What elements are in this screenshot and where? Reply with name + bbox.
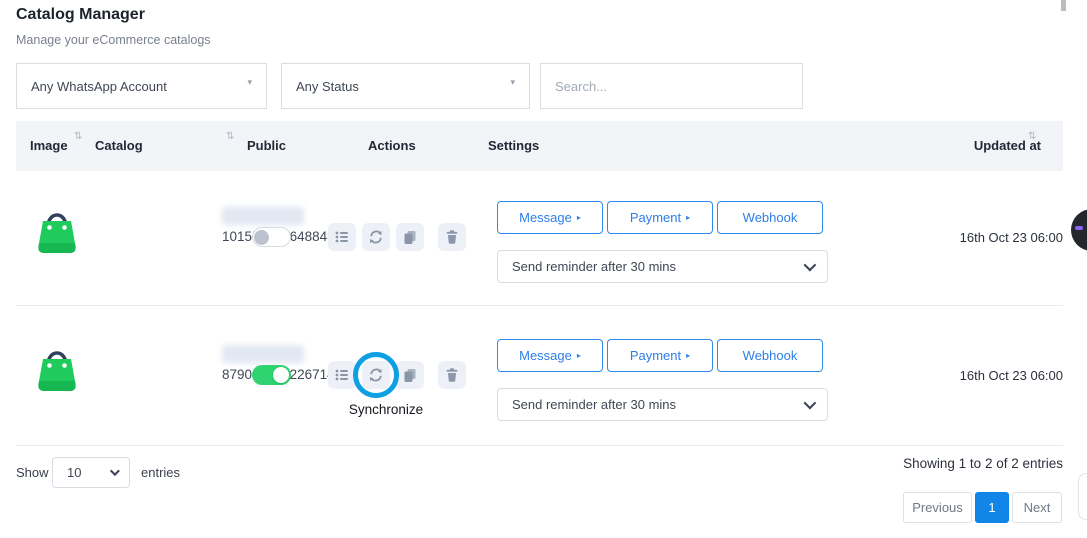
webhook-settings-label: Webhook: [743, 348, 798, 363]
page-title: Catalog Manager: [16, 6, 145, 24]
catalog-bag-icon: [33, 341, 81, 393]
list-icon: [334, 367, 350, 383]
entries-summary: Showing 1 to 2 of 2 entries: [763, 456, 1063, 471]
message-settings-button[interactable]: Message ▸: [497, 339, 603, 372]
column-header-updated-at[interactable]: Updated at: [941, 138, 1041, 153]
copy-icon: [402, 367, 418, 383]
next-page-button[interactable]: Next: [1012, 492, 1062, 523]
sort-icon[interactable]: ⇅: [226, 131, 234, 142]
synchronize-button[interactable]: [362, 361, 390, 389]
column-header-image[interactable]: Image: [30, 138, 68, 153]
edge-cutoff-card: [1078, 473, 1087, 520]
reminder-select-value: Send reminder after 30 mins: [512, 397, 676, 412]
submenu-caret-icon: ▸: [577, 351, 581, 360]
page-number-button[interactable]: 1: [975, 492, 1009, 523]
submenu-caret-icon: ▸: [686, 351, 690, 360]
page-subtitle: Manage your eCommerce catalogs: [16, 33, 211, 47]
page-size-select[interactable]: 10: [52, 457, 130, 488]
trash-icon: [444, 367, 460, 383]
payment-settings-button[interactable]: Payment ▸: [607, 201, 713, 234]
status-select[interactable]: Any Status ▾: [281, 63, 530, 109]
copy-icon: [402, 229, 418, 245]
message-settings-label: Message: [519, 348, 572, 363]
submenu-caret-icon: ▸: [577, 213, 581, 222]
reminder-select-value: Send reminder after 30 mins: [512, 259, 676, 274]
entries-label: entries: [141, 465, 180, 480]
catalog-name-redacted: [222, 207, 304, 225]
payment-settings-button[interactable]: Payment ▸: [607, 339, 713, 372]
caret-down-icon: ▾: [510, 77, 515, 88]
catalog-manager-page: Catalog Manager Manage your eCommerce ca…: [0, 0, 1087, 538]
reminder-select[interactable]: Send reminder after 30 mins: [497, 250, 828, 283]
synchronize-button[interactable]: [362, 223, 390, 251]
previous-page-button[interactable]: Previous: [903, 492, 972, 523]
payment-settings-label: Payment: [630, 210, 681, 225]
sync-icon: [368, 229, 384, 245]
sync-icon: [368, 367, 384, 383]
whatsapp-account-select-value: Any WhatsApp Account: [31, 79, 167, 94]
column-header-catalog[interactable]: Catalog: [95, 138, 143, 153]
message-settings-button[interactable]: Message ▸: [497, 201, 603, 234]
page-size-value: 10: [67, 465, 81, 480]
webhook-settings-button[interactable]: Webhook: [717, 339, 823, 372]
catalog-bag-icon: [33, 203, 81, 255]
synchronize-annotation-label: Synchronize: [316, 402, 456, 417]
column-header-actions[interactable]: Actions: [368, 138, 416, 153]
payment-settings-label: Payment: [630, 348, 681, 363]
row-divider: [16, 445, 1063, 446]
catalog-name-redacted: [222, 345, 304, 363]
reminder-select[interactable]: Send reminder after 30 mins: [497, 388, 828, 421]
delete-button[interactable]: [438, 223, 466, 251]
list-products-button[interactable]: [328, 361, 356, 389]
row-divider: [16, 305, 1063, 306]
duplicate-button[interactable]: [396, 223, 424, 251]
webhook-settings-button[interactable]: Webhook: [717, 201, 823, 234]
webhook-settings-label: Webhook: [743, 210, 798, 225]
public-toggle[interactable]: [252, 227, 291, 247]
updated-at: 16th Oct 23 06:00: [863, 368, 1063, 383]
list-icon: [334, 229, 350, 245]
updated-at: 16th Oct 23 06:00: [863, 230, 1063, 245]
search-input[interactable]: [540, 63, 803, 109]
duplicate-button[interactable]: [396, 361, 424, 389]
chevron-down-icon: [804, 397, 817, 410]
show-label: Show: [16, 465, 49, 480]
scrollbar-fragment[interactable]: [1061, 0, 1066, 11]
whatsapp-account-select[interactable]: Any WhatsApp Account ▾: [16, 63, 267, 109]
sort-icon[interactable]: ⇅: [74, 131, 82, 142]
sort-icon[interactable]: ⇅: [1028, 131, 1036, 142]
trash-icon: [444, 229, 460, 245]
chevron-down-icon: [804, 259, 817, 272]
submenu-caret-icon: ▸: [686, 213, 690, 222]
widget-logo-icon: [1075, 226, 1083, 230]
column-header-settings[interactable]: Settings: [488, 138, 539, 153]
table-header: Image ⇅ Catalog ⇅ Public Actions Setting…: [16, 121, 1063, 171]
chevron-down-icon: [110, 466, 120, 476]
floating-widget-button[interactable]: [1071, 209, 1087, 251]
status-select-value: Any Status: [296, 79, 359, 94]
public-toggle[interactable]: [252, 365, 291, 385]
caret-down-icon: ▾: [247, 77, 252, 88]
message-settings-label: Message: [519, 210, 572, 225]
list-products-button[interactable]: [328, 223, 356, 251]
column-header-public[interactable]: Public: [247, 138, 286, 153]
delete-button[interactable]: [438, 361, 466, 389]
